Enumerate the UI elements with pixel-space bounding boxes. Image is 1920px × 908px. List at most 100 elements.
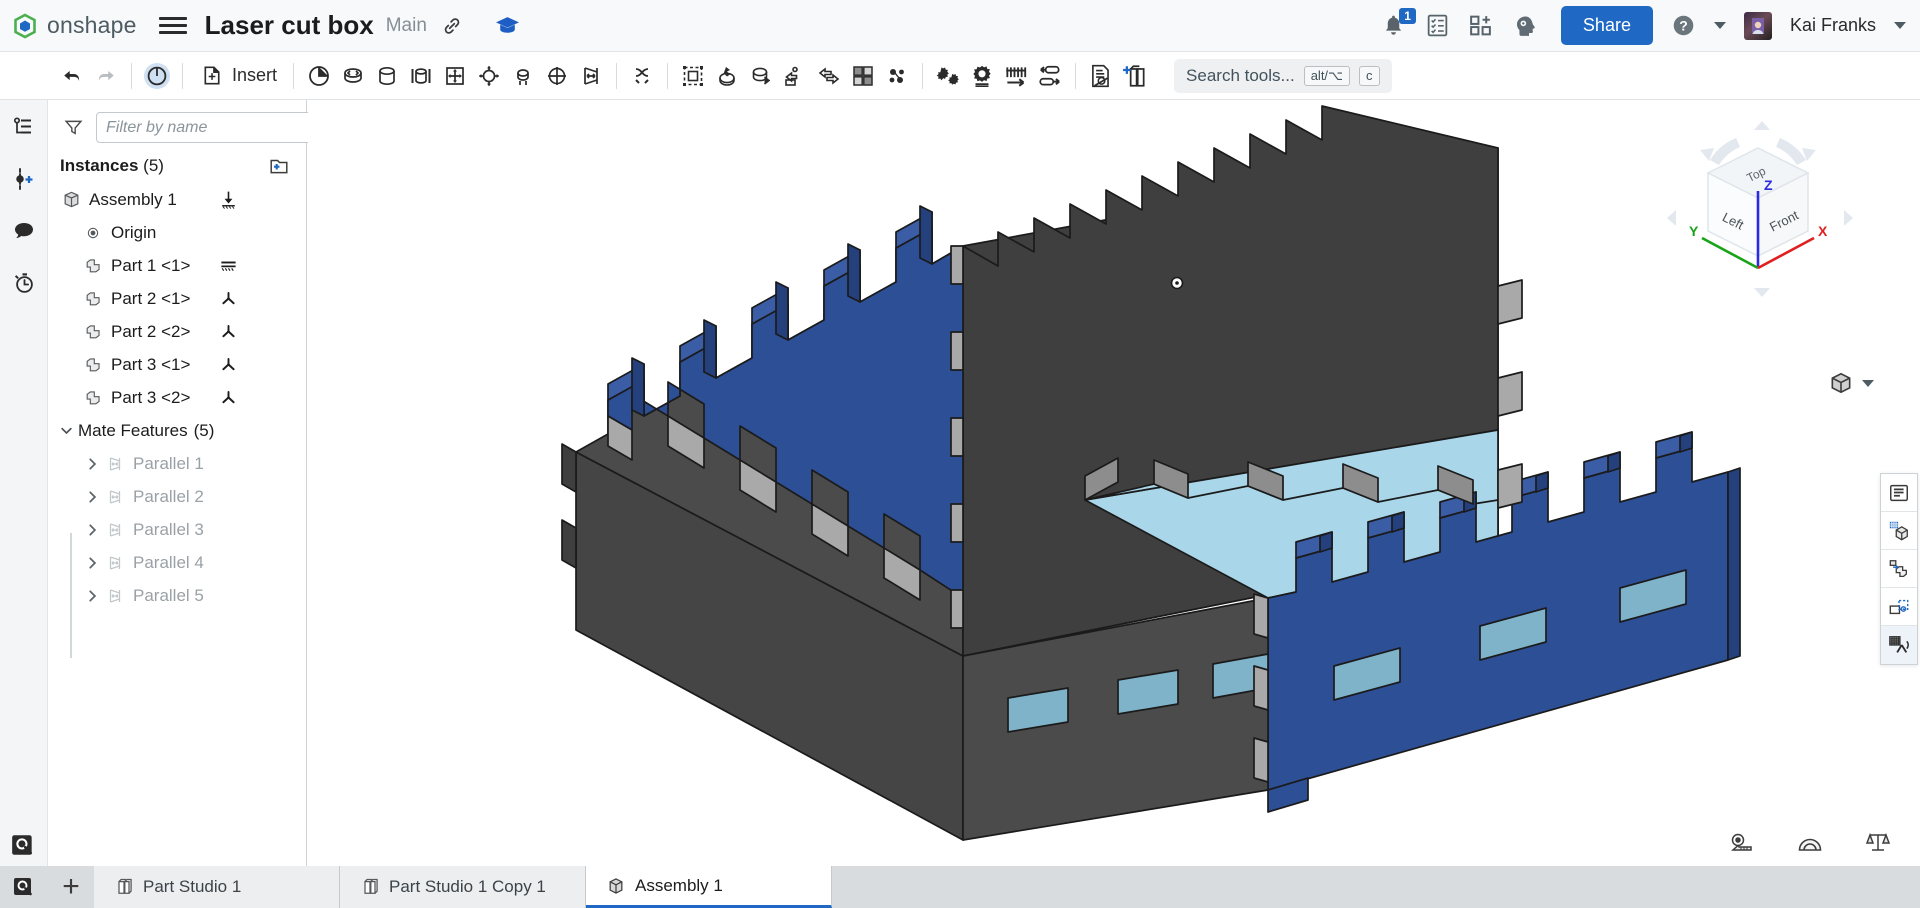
search-tools-button[interactable]: Search tools... alt/⌥ c (1174, 58, 1392, 93)
notifications-button[interactable]: 1 (1381, 7, 1416, 40)
chevron-right-icon[interactable] (84, 556, 100, 570)
pin-slot-mate-icon[interactable] (506, 59, 540, 93)
chevron-right-icon[interactable] (84, 490, 100, 504)
drawing-add-icon[interactable] (1118, 59, 1152, 93)
chevron-right-icon[interactable] (84, 589, 100, 603)
display-states-icon[interactable] (1881, 474, 1917, 512)
fix-icon[interactable] (302, 59, 336, 93)
parallel-mate-icon (104, 521, 126, 539)
add-folder-icon[interactable] (266, 153, 292, 179)
part-studio-icon (114, 877, 134, 897)
bill-of-materials-icon[interactable] (1084, 59, 1118, 93)
mate-item-parallel-2[interactable]: Parallel 2 (48, 480, 306, 513)
filter-input[interactable] (96, 112, 324, 143)
user-name[interactable]: Kai Franks (1790, 15, 1876, 36)
ground-hatch-icon[interactable] (219, 256, 238, 275)
ball-mate-icon[interactable] (472, 59, 506, 93)
link-icon[interactable] (441, 15, 463, 37)
part-icon (82, 355, 104, 374)
tree-node-part-2-1[interactable]: Part 2 <1> (48, 282, 306, 315)
tab-label: Part Studio 1 Copy 1 (389, 877, 546, 896)
fasten-mate-icon[interactable] (710, 59, 744, 93)
insert-label: Insert (232, 65, 278, 85)
mass-properties-scale-icon[interactable] (1862, 828, 1894, 858)
mate-tripod-icon[interactable] (219, 289, 238, 308)
mate-tripod-icon[interactable] (219, 322, 238, 341)
revolve-mate-icon[interactable] (744, 59, 778, 93)
mate-tripod-icon[interactable] (219, 388, 238, 407)
mate-item-parallel-5[interactable]: Parallel 5 (48, 579, 306, 612)
onshape-logo[interactable]: onshape (0, 12, 137, 39)
avatar[interactable] (1743, 11, 1772, 40)
tab-part-studio-1[interactable]: Part Studio 1 (94, 866, 340, 908)
tasks-list-icon[interactable] (1425, 13, 1450, 38)
chevron-right-icon[interactable] (84, 523, 100, 537)
undo-arrow-icon[interactable] (55, 59, 89, 93)
slider-mate-icon[interactable] (370, 59, 404, 93)
mate-item-parallel-1[interactable]: Parallel 1 (48, 447, 306, 480)
hamburger-menu-icon[interactable] (158, 12, 187, 40)
add-tab-button[interactable]: + (48, 866, 94, 908)
tree-node-part-1-1[interactable]: Part 1 <1> (48, 249, 306, 282)
exploded-view-icon[interactable] (1881, 550, 1917, 588)
protractor-angle-icon[interactable] (1794, 828, 1826, 858)
help-chevron-down-icon[interactable] (1713, 22, 1726, 29)
assembly-cube-icon (60, 190, 82, 209)
fixed-ground-icon[interactable] (219, 190, 238, 209)
document-title[interactable]: Laser cut box (205, 10, 374, 41)
tab-part-studio-1-copy-1[interactable]: Part Studio 1 Copy 1 (340, 866, 586, 908)
mate-connector-icon[interactable] (625, 59, 659, 93)
mate-connector-gear-icon[interactable] (931, 59, 965, 93)
tree-node-origin[interactable]: Origin (48, 216, 306, 249)
tree-node-assembly-1[interactable]: Assembly 1 (48, 183, 306, 216)
screw-relation-icon[interactable] (999, 59, 1033, 93)
tab-assembly-1[interactable]: Assembly 1 (586, 866, 832, 908)
chevron-right-icon[interactable] (84, 457, 100, 471)
cylindrical-mate-icon[interactable] (404, 59, 438, 93)
revolute-mate-icon[interactable] (336, 59, 370, 93)
tree-node-part-3-2[interactable]: Part 3 <2> (48, 381, 306, 414)
comments-icon[interactable] (9, 216, 39, 246)
mate-item-parallel-3[interactable]: Parallel 3 (48, 513, 306, 546)
tab-search-icon[interactable] (0, 866, 48, 908)
3d-viewport[interactable]: Top Left Front Z Y X (308, 100, 1920, 866)
assembly-target-icon[interactable] (140, 59, 174, 93)
chevron-down-icon[interactable] (58, 423, 74, 438)
help-question-icon[interactable]: ? (1671, 13, 1696, 38)
view-cube-menu-button[interactable] (1828, 370, 1874, 396)
mate-tripod-icon[interactable] (219, 355, 238, 374)
app-grid-add-icon[interactable] (1468, 13, 1493, 38)
tangent-mate-icon[interactable] (574, 59, 608, 93)
gear-head-icon[interactable] (1511, 13, 1537, 39)
tree-node-part-2-2[interactable]: Part 2 <2> (48, 315, 306, 348)
redo-arrow-icon[interactable] (89, 59, 123, 93)
branch-label[interactable]: Main (386, 15, 427, 37)
mate-display-icon[interactable] (1881, 588, 1917, 626)
parallel-mate-icon[interactable] (540, 59, 574, 93)
transform-icon[interactable] (1033, 59, 1067, 93)
add-version-icon[interactable] (9, 164, 39, 194)
belt-relation-icon[interactable] (965, 59, 999, 93)
user-chevron-down-icon[interactable] (1894, 22, 1906, 29)
funnel-filter-icon[interactable] (60, 115, 86, 141)
share-button[interactable]: Share (1560, 6, 1653, 45)
tree-node-part-3-1[interactable]: Part 3 <1> (48, 348, 306, 381)
section-view-icon[interactable] (1881, 512, 1917, 550)
linear-pattern-icon[interactable] (812, 59, 846, 93)
gear-relation-icon[interactable] (880, 59, 914, 93)
chevron-down-icon[interactable] (1862, 379, 1874, 387)
view-cube[interactable]: Top Left Front Z Y X (1658, 118, 1858, 308)
measure-tape-icon[interactable] (1726, 828, 1758, 858)
feature-tree-icon[interactable] (9, 112, 39, 142)
explode-icon[interactable] (846, 59, 880, 93)
mate-features-header[interactable]: Mate Features (5) (48, 414, 306, 447)
document-search-icon[interactable] (10, 832, 36, 858)
replicate-icon[interactable] (778, 59, 812, 93)
planar-mate-icon[interactable] (438, 59, 472, 93)
insert-button[interactable]: Insert (191, 59, 285, 93)
mate-item-parallel-4[interactable]: Parallel 4 (48, 546, 306, 579)
group-icon[interactable] (676, 59, 710, 93)
graduation-cap-icon[interactable] (495, 13, 520, 38)
history-icon[interactable] (9, 268, 39, 298)
assembly-pattern-icon[interactable] (1881, 626, 1917, 664)
